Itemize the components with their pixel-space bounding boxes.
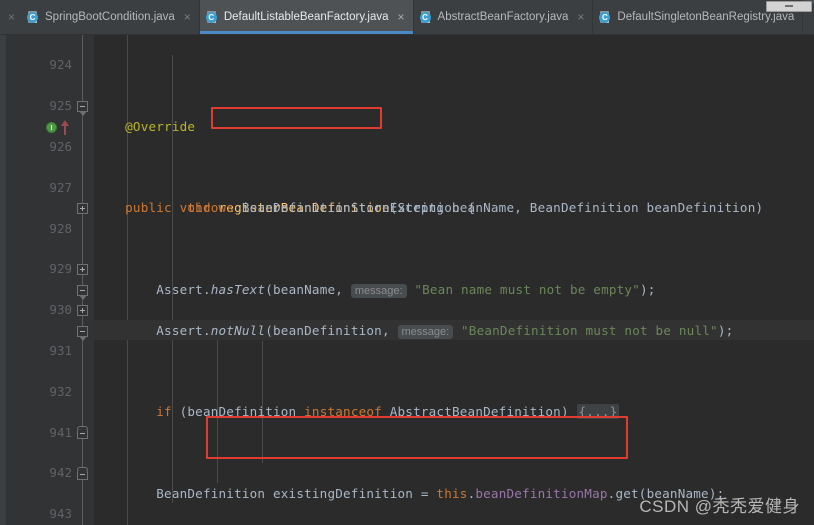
ide-window: × C SpringBootCondition.java × C Default… (0, 0, 814, 524)
fold-handle-collapse[interactable] (77, 326, 88, 337)
fold-handle-block-end[interactable] (77, 428, 88, 439)
fold-handle-expand[interactable] (77, 305, 88, 316)
csdn-watermark: CSDN @秃秃爱健身 (639, 492, 800, 517)
java-class-icon: C (599, 11, 612, 24)
code-line[interactable]: 929 Assert.hasText(beanName, message: "B… (0, 239, 814, 259)
line-number: 924 (0, 55, 72, 75)
fold-handle-expand[interactable] (77, 264, 88, 275)
tab-default-listable-bean-factory[interactable]: C DefaultListableBeanFactory.java × (200, 0, 414, 34)
code-line[interactable]: 930 Assert.notNull(beanDefinition, messa… (0, 280, 814, 300)
line-number: 943 (0, 504, 72, 524)
implementing-arrow-icon[interactable] (60, 120, 69, 135)
line-number: 941 (0, 423, 72, 443)
tab-label: AbstractBeanFactory.java (438, 11, 569, 23)
fold-handle-collapse[interactable] (77, 285, 88, 296)
tab-label: DefaultListableBeanFactory.java (224, 11, 389, 23)
java-class-icon: C (206, 11, 219, 24)
close-icon[interactable]: × (577, 11, 584, 23)
line-number: 925 (0, 96, 72, 116)
tab-label: DefaultSingletonBeanRegistry.java (617, 11, 794, 23)
close-icon[interactable]: × (8, 10, 17, 24)
code-line[interactable]: 941 (0, 402, 814, 422)
java-class-icon: C (27, 11, 40, 24)
code-line[interactable]: 928 (0, 198, 814, 218)
line-number: 931 (0, 341, 72, 361)
line-number: 928 (0, 219, 72, 239)
code-line[interactable]: 942 BeanDefinition existingDefinition = … (0, 443, 814, 463)
line-number: 926 (0, 137, 72, 157)
fold-handle-block-end[interactable] (77, 469, 88, 480)
line-number: 929 (0, 259, 72, 279)
code-lines[interactable]: 924 925 @Override 926 public void regist… (0, 35, 814, 484)
code-line[interactable]: 924 (0, 35, 814, 55)
line-number: 942 (0, 463, 72, 483)
tab-leading-close[interactable]: × (0, 0, 21, 34)
code-line[interactable]: 931 (0, 321, 814, 341)
fold-handle-expand[interactable] (77, 203, 88, 214)
line-number: 930 (0, 300, 72, 320)
line-number: 927 (0, 178, 72, 198)
code-line[interactable]: 926 public void registerBeanDefinition(S… (0, 117, 814, 137)
override-method-icon[interactable] (46, 122, 57, 133)
fold-handle-collapse[interactable] (77, 101, 88, 112)
code-editor[interactable]: 924 925 @Override 926 public void regist… (0, 35, 814, 525)
close-icon[interactable]: × (398, 11, 405, 23)
tab-label: SpringBootCondition.java (45, 11, 175, 23)
code-line[interactable]: 925 @Override (0, 76, 814, 96)
close-icon[interactable]: × (184, 11, 191, 23)
tab-abstract-bean-factory[interactable]: C AbstractBeanFactory.java × (414, 0, 594, 34)
java-class-icon: C (420, 11, 433, 24)
code-line[interactable]: 927 throws BeanDefinitionStoreException … (0, 157, 814, 177)
editor-tab-bar[interactable]: × C SpringBootCondition.java × C Default… (0, 0, 814, 35)
tab-spring-boot-condition[interactable]: C SpringBootCondition.java × (21, 0, 200, 34)
horizontal-scroll-chip[interactable] (766, 1, 812, 12)
line-number: 932 (0, 382, 72, 402)
code-line[interactable]: 932 if (beanDefinition instanceof Abstra… (0, 361, 814, 381)
